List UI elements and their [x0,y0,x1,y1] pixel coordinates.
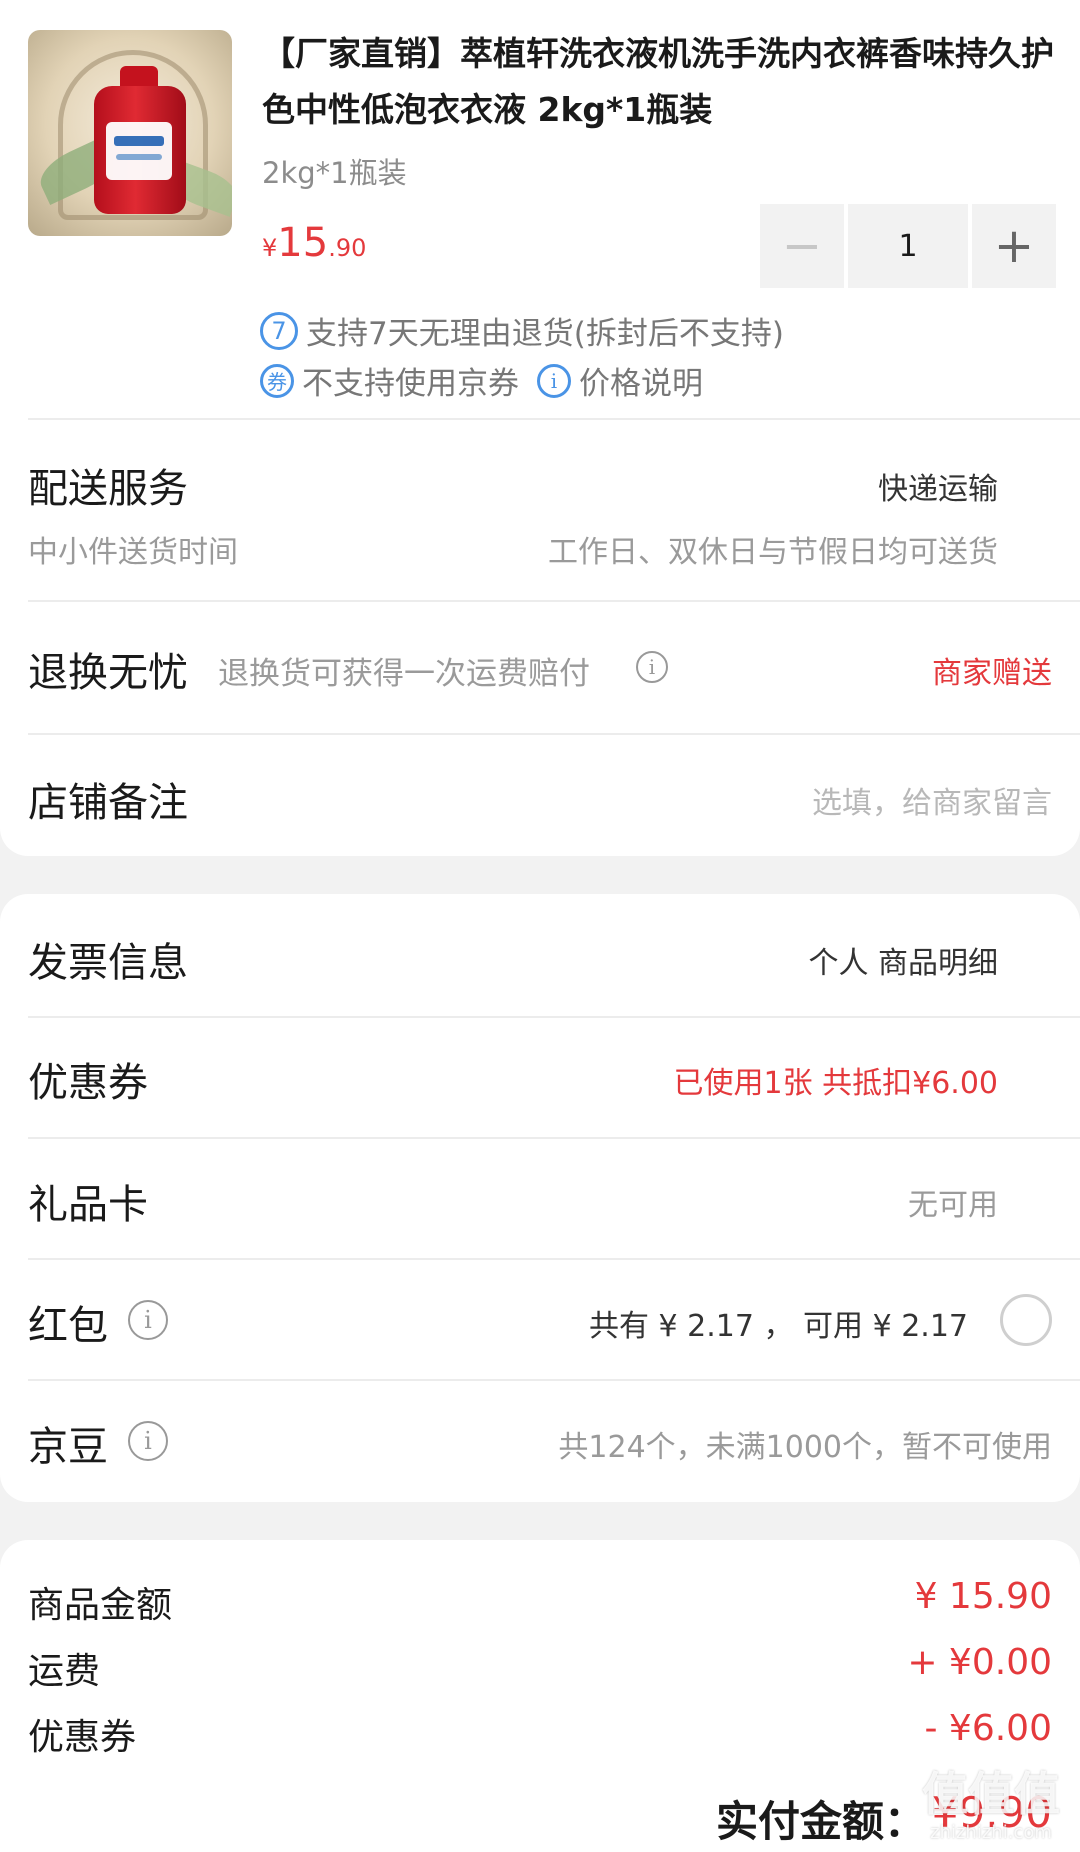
service-return-policy[interactable]: 7 支持7天无理由退货(拆封后不支持) [260,308,784,353]
price-explanation-link[interactable]: i 价格说明 [537,358,703,403]
service-coupon-row: 券 不支持使用京券 i 价格说明 [260,358,703,403]
order-items-card: 【厂家直销】萃植轩洗衣液机洗手洗内衣裤香味持久护色中性低泡衣衣液 2kg*1瓶装… [0,0,1080,856]
site-watermark: 值值值 zhizhizhi.com [916,1764,1066,1846]
service-coupon-text: 不支持使用京券 [302,366,519,402]
divider [28,1016,1080,1018]
divider [28,1379,1080,1381]
price-explanation-text: 价格说明 [579,366,703,402]
coupon-ban-icon: 券 [260,363,294,398]
summary-coupon-label: 优惠券 [28,1717,137,1758]
divider [28,733,1080,735]
watermark-text: 值值值 [922,1767,1060,1821]
quantity-stepper: − 1 + [760,204,1056,288]
price-integer: 15 [277,220,329,266]
return-worry-free-title: 退换无忧 [28,650,188,696]
summary-goods-value: ¥ 15.90 [914,1576,1052,1617]
coupon-title: 优惠券 [28,1060,148,1106]
jingdou-value: 共124个，未满1000个，暂不可使用 [558,1430,1052,1465]
delivery-time-value: 工作日、双休日与节假日均可送货 [548,535,998,570]
decrease-quantity-button[interactable]: − [760,204,844,288]
divider [28,600,1080,602]
red-packet-title: 红包 [28,1303,108,1349]
divider [28,418,1080,420]
red-packet-info-icon[interactable]: i [128,1300,168,1340]
divider [28,1258,1080,1260]
price-decimal: .90 [328,234,367,262]
red-packet-radio[interactable] [1000,1294,1052,1346]
quantity-value[interactable]: 1 [848,204,968,288]
summary-goods-label: 商品金额 [28,1585,173,1626]
product-price: ¥15.90 [262,220,366,266]
product-title[interactable]: 【厂家直销】萃植轩洗衣液机洗手洗内衣裤香味持久护色中性低泡衣衣液 2kg*1瓶装 [262,26,1062,138]
invoice-title: 发票信息 [28,940,188,986]
product-thumbnail[interactable] [28,30,232,236]
return-worry-free-value: 商家赠送 [932,656,1052,691]
summary-shipping-label: 运费 [28,1651,101,1692]
invoice-value[interactable]: 个人 商品明细 [808,938,998,982]
info-icon: i [537,363,571,398]
total-label: 实付金额： [716,1797,927,1846]
delivery-method[interactable]: 快递运输 [878,464,998,508]
watermark-sub: zhizhizhi.com [930,1822,1052,1843]
payment-options-card: 发票信息 个人 商品明细 优惠券 已使用1张 共抵扣¥6.00 礼品卡 无可用 … [0,894,1080,1502]
red-packet-value: 共有 ¥ 2.17 ， 可用 ¥ 2.17 [589,1309,968,1344]
gift-card-title: 礼品卡 [28,1182,148,1228]
delivery-time-label: 中小件送货时间 [28,535,238,570]
summary-shipping-value: + ¥0.00 [907,1642,1052,1683]
coupon-value[interactable]: 已使用1张 共抵扣¥6.00 [673,1058,998,1102]
store-note-title: 店铺备注 [28,780,188,826]
product-spec: 2kg*1瓶装 [262,156,407,190]
delivery-service-title: 配送服务 [28,466,188,512]
jingdou-info-icon[interactable]: i [128,1421,168,1461]
seven-day-return-icon: 7 [260,311,298,350]
gift-card-value[interactable]: 无可用 [908,1180,998,1224]
divider [28,1137,1080,1139]
jingdou-title: 京豆 [28,1424,108,1470]
store-note-input[interactable]: 选填，给商家留言 [812,778,1052,822]
return-worry-free-desc: 退换货可获得一次运费赔付 [218,656,590,692]
return-info-icon[interactable]: i [636,651,668,683]
price-currency: ¥ [262,234,278,262]
summary-coupon-value: - ¥6.00 [924,1708,1053,1749]
service-return-text: 支持7天无理由退货(拆封后不支持) [306,316,784,352]
increase-quantity-button[interactable]: + [972,204,1056,288]
